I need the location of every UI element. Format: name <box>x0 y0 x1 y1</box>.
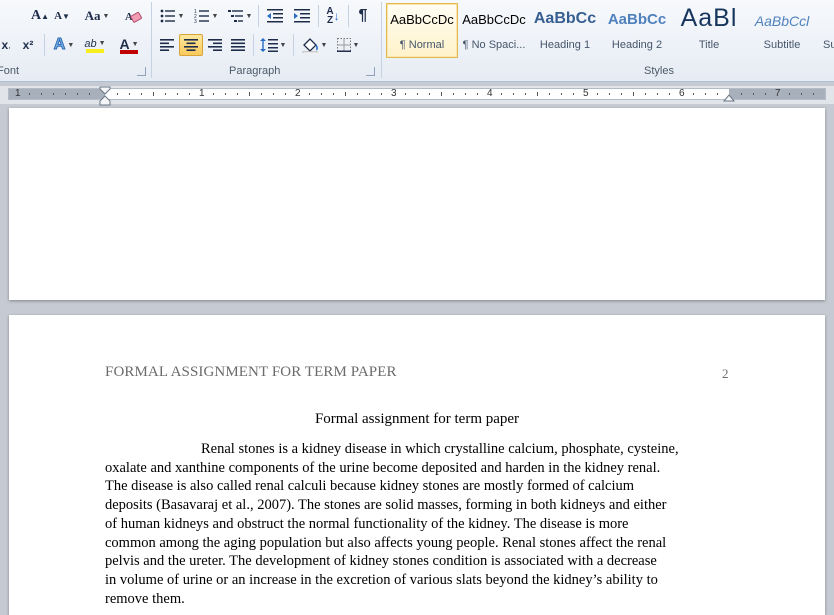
font-group-label: Font <box>0 65 20 77</box>
ruler-left-margin <box>9 89 105 99</box>
justify-icon <box>231 39 245 51</box>
increase-indent-icon <box>294 9 310 23</box>
body-line: The disease is also called renal calculi… <box>105 478 635 495</box>
justify-button[interactable] <box>227 34 249 56</box>
align-right-button[interactable] <box>204 34 226 56</box>
bullets-button[interactable]: ▼ <box>158 5 186 27</box>
ruler-number: 5 <box>583 88 589 99</box>
svg-text:3: 3 <box>194 19 197 23</box>
sort-button[interactable]: A Z ↓ <box>322 5 344 27</box>
align-left-icon <box>160 39 174 51</box>
text-effects-button[interactable]: A ▼ <box>50 34 78 56</box>
shrink-font-button[interactable]: A ▼ <box>52 5 72 27</box>
subscript-button[interactable]: x, <box>0 34 14 56</box>
show-formatting-marks-button[interactable]: ¶ <box>352 5 374 27</box>
style-normal[interactable]: AaBbCcDc ¶ Normal <box>386 3 458 58</box>
ribbon: A ▲ A ▼ Aa ▼ A x, x² A ▼ ab ▼ A ▼ Font ▼ 1 2 3 ▼ … <box>0 0 834 82</box>
body-line: oxalate and xanthine components of the u… <box>105 459 661 476</box>
horizontal-ruler[interactable]: 1 1 2 3 4 5 6 7 <box>0 86 834 106</box>
ruler-number: 2 <box>295 88 301 99</box>
clear-formatting-icon[interactable]: A <box>121 5 145 27</box>
running-header: FORMAL ASSIGNMENT FOR TERM PAPER <box>105 364 397 380</box>
style-heading-1[interactable]: AaBbCc Heading 1 <box>531 3 599 58</box>
line-spacing-button[interactable]: ▼ <box>258 34 288 56</box>
multilevel-list-button[interactable]: ▼ <box>226 5 254 27</box>
document-page-1[interactable] <box>9 108 825 300</box>
style-subtitle[interactable]: AaBbCcl Subtitle <box>748 3 816 58</box>
line-spacing-icon <box>259 38 278 52</box>
align-right-icon <box>208 39 222 51</box>
increase-indent-button[interactable] <box>290 5 314 27</box>
font-dialog-launcher[interactable] <box>137 67 146 76</box>
document-title: Formal assignment for term paper <box>314 411 520 427</box>
styles-group-label: Styles <box>644 65 674 77</box>
ruler-track: 1 1 2 3 4 5 6 7 <box>8 88 826 100</box>
first-line-indent-marker[interactable] <box>99 86 111 106</box>
ruler-number: 1 <box>199 88 205 99</box>
numbering-icon: 123 <box>194 9 209 23</box>
sort-icon: AZ <box>326 6 334 26</box>
font-color-button[interactable]: A ▼ <box>114 34 144 56</box>
document-page-2[interactable]: FORMAL ASSIGNMENT FOR TERM PAPER 2 Forma… <box>9 315 825 615</box>
page-number: 2 <box>722 366 729 381</box>
numbering-button[interactable]: 1 2 3 ▼ <box>192 5 220 27</box>
ruler-number: 3 <box>391 88 397 99</box>
body-line: of human kidneys and obstruct the normal… <box>105 515 629 532</box>
style-heading-2[interactable]: AaBbCc Heading 2 <box>603 3 671 58</box>
ruler-number: 6 <box>679 88 685 99</box>
right-indent-marker[interactable] <box>723 90 735 102</box>
body-line: pelvis and the ureter. The development o… <box>105 553 657 570</box>
style-title[interactable]: AaBl Title <box>675 3 743 58</box>
align-center-icon <box>184 39 198 51</box>
borders-icon <box>336 38 351 52</box>
ruler-number: 7 <box>775 88 781 99</box>
paragraph-group-label: Paragraph <box>229 65 281 77</box>
style-subtle-emphasis[interactable]: Su <box>819 3 834 58</box>
bullets-icon <box>160 9 175 23</box>
style-no-spacing[interactable]: AaBbCcDc ¶ No Spaci... <box>460 3 528 58</box>
body-line: Renal stones is a kidney disease in whic… <box>201 441 679 457</box>
body-line: remove them. <box>105 590 185 607</box>
superscript-button[interactable]: x² <box>18 34 38 56</box>
ruler-number: 1 <box>15 88 21 99</box>
multilevel-list-icon <box>227 10 243 22</box>
body-paragraph[interactable]: Renal stones is a kidney disease in whic… <box>105 440 729 608</box>
paint-bucket-icon <box>302 38 318 53</box>
ruler-number: 4 <box>487 88 493 99</box>
borders-button[interactable]: ▼ <box>333 34 363 56</box>
body-line: deposits (Basavaraj et al., 2007). The s… <box>105 497 667 514</box>
grow-font-button[interactable]: A ▲ <box>30 5 50 27</box>
highlight-color-button[interactable]: ab ▼ <box>80 34 110 56</box>
decrease-indent-icon <box>267 9 283 23</box>
body-line: common among the aging population but al… <box>105 534 667 551</box>
body-line: in volume of urine or an increase in the… <box>105 571 658 588</box>
paragraph-dialog-launcher[interactable] <box>366 67 375 76</box>
shading-button[interactable]: ▼ <box>299 34 329 56</box>
align-left-button[interactable] <box>156 34 178 56</box>
decrease-indent-button[interactable] <box>263 5 287 27</box>
change-case-button[interactable]: Aa ▼ <box>80 5 114 27</box>
align-center-button[interactable] <box>179 34 203 56</box>
